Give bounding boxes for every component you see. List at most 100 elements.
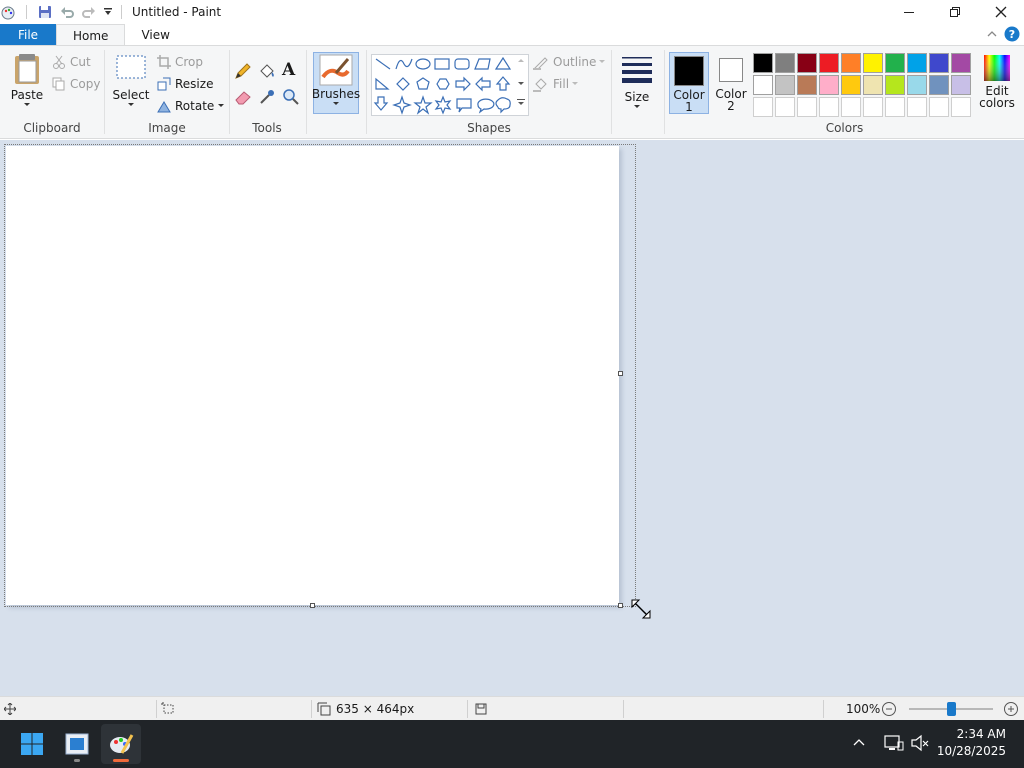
taskbar-explorer-app[interactable] — [57, 724, 97, 764]
palette-swatch[interactable] — [951, 97, 971, 117]
zoom-level: 100% — [846, 701, 881, 716]
palette-swatch[interactable] — [797, 75, 817, 95]
palette-swatch[interactable] — [885, 97, 905, 117]
fill-label: Fill — [553, 77, 570, 91]
save-icon[interactable] — [35, 2, 55, 22]
start-button[interactable] — [12, 724, 52, 764]
palette-swatch[interactable] — [841, 75, 861, 95]
redo-icon[interactable] — [79, 2, 99, 22]
palette-swatch[interactable] — [929, 75, 949, 95]
copy-button[interactable]: Copy — [52, 74, 100, 94]
color1-swatch — [674, 56, 704, 86]
eraser-tool[interactable] — [234, 88, 256, 110]
network-icon[interactable] — [884, 734, 904, 755]
palette-swatch[interactable] — [775, 75, 795, 95]
minimize-button[interactable] — [886, 0, 932, 24]
rectangle-shape-icon — [434, 58, 450, 70]
svg-text:?: ? — [1009, 28, 1015, 41]
fill-tool[interactable] — [258, 62, 280, 84]
shapes-gallery-icons[interactable] — [372, 55, 530, 117]
restore-button[interactable] — [932, 0, 978, 24]
palette-swatch[interactable] — [907, 97, 927, 117]
palette-swatch[interactable] — [907, 75, 927, 95]
palette-swatch[interactable] — [929, 97, 949, 117]
palette-swatch[interactable] — [753, 97, 773, 117]
palette-swatch[interactable] — [819, 53, 839, 73]
palette-swatch[interactable] — [863, 97, 883, 117]
cut-label: Cut — [70, 55, 91, 69]
palette-swatch[interactable] — [841, 97, 861, 117]
paste-button[interactable]: Paste — [8, 52, 46, 108]
zoom-in-icon — [1004, 701, 1018, 716]
close-button[interactable] — [978, 0, 1024, 24]
palette-swatch[interactable] — [929, 53, 949, 73]
customize-toolbar-icon[interactable] — [101, 2, 115, 22]
size-button[interactable]: Size — [616, 54, 658, 110]
palette-swatch[interactable] — [797, 53, 817, 73]
color-picker-tool[interactable] — [258, 88, 280, 110]
shapes-scroll[interactable] — [515, 56, 527, 114]
image-size-icon — [317, 702, 331, 715]
outline-button[interactable]: Outline — [533, 52, 610, 72]
up-arrow-shape-icon — [495, 76, 511, 91]
palette-swatch[interactable] — [951, 75, 971, 95]
zoom-out-icon — [882, 701, 896, 716]
show-hidden-icons-chevron[interactable] — [852, 736, 866, 751]
canvas-resize-handle-right[interactable] — [618, 371, 623, 376]
crop-button[interactable]: Crop — [157, 52, 203, 72]
tab-file[interactable]: File — [0, 24, 56, 46]
palette-swatch[interactable] — [885, 53, 905, 73]
drawing-canvas[interactable] — [6, 146, 619, 605]
paint-app-icon[interactable] — [0, 2, 16, 22]
canvas-resize-handle-bottom[interactable] — [310, 603, 315, 608]
edit-colors-button[interactable]: Edit colors — [975, 54, 1019, 109]
color1-button[interactable]: Color 1 — [669, 52, 709, 114]
palette-swatch[interactable] — [841, 53, 861, 73]
palette-swatch[interactable] — [885, 75, 905, 95]
tab-home[interactable]: Home — [56, 24, 126, 46]
zoom-slider-thumb[interactable] — [947, 702, 956, 716]
cut-button[interactable]: Cut — [52, 52, 91, 72]
text-tool[interactable]: A — [282, 60, 304, 82]
select-button[interactable]: Select — [112, 54, 150, 108]
volume-muted-icon[interactable] — [910, 734, 930, 755]
color2-button[interactable]: Color 2 — [711, 52, 751, 114]
palette-swatch[interactable] — [775, 97, 795, 117]
palette-swatch[interactable] — [863, 53, 883, 73]
magnifier-icon — [283, 89, 299, 105]
palette-swatch[interactable] — [907, 53, 927, 73]
resize-button[interactable]: Resize — [157, 74, 213, 94]
canvas-resize-handle-corner[interactable] — [618, 603, 623, 608]
palette-swatch[interactable] — [775, 53, 795, 73]
taskbar-paint-app[interactable] — [101, 724, 141, 764]
clock-date: 10/28/2025 — [936, 744, 1006, 758]
rotate-button[interactable]: Rotate — [157, 96, 229, 116]
palette-swatch[interactable] — [863, 75, 883, 95]
fill-button[interactable]: Fill — [533, 74, 583, 94]
undo-icon[interactable] — [57, 2, 77, 22]
windows-logo-icon — [21, 733, 43, 755]
help-icon[interactable]: ? — [1004, 26, 1020, 45]
pencil-tool[interactable] — [234, 62, 256, 84]
palette-swatch[interactable] — [819, 97, 839, 117]
color1-number: 1 — [685, 100, 693, 114]
magnifier-tool[interactable] — [282, 88, 304, 110]
brushes-button[interactable]: Brushes — [311, 52, 361, 114]
palette-swatch[interactable] — [797, 97, 817, 117]
selection-size-icon — [161, 702, 174, 713]
palette-swatch[interactable] — [753, 53, 773, 73]
brushes-label: Brushes — [311, 87, 361, 101]
system-clock[interactable]: 2:34 AM 10/28/2025 — [937, 726, 1006, 760]
collapse-ribbon-icon[interactable] — [986, 28, 998, 43]
rotate-label: Rotate — [175, 99, 215, 113]
palette-swatch[interactable] — [951, 53, 971, 73]
palette-swatch[interactable] — [819, 75, 839, 95]
taskbar: 2:34 AM 10/28/2025 — [0, 720, 1024, 768]
tab-view[interactable]: View — [125, 24, 185, 46]
zoom-out-button[interactable] — [881, 697, 897, 720]
zoom-in-button[interactable] — [1003, 697, 1019, 720]
canvas-workspace[interactable] — [0, 140, 1024, 696]
diamond-shape-icon — [396, 77, 410, 91]
four-point-star-shape-icon — [392, 95, 412, 115]
palette-swatch[interactable] — [753, 75, 773, 95]
